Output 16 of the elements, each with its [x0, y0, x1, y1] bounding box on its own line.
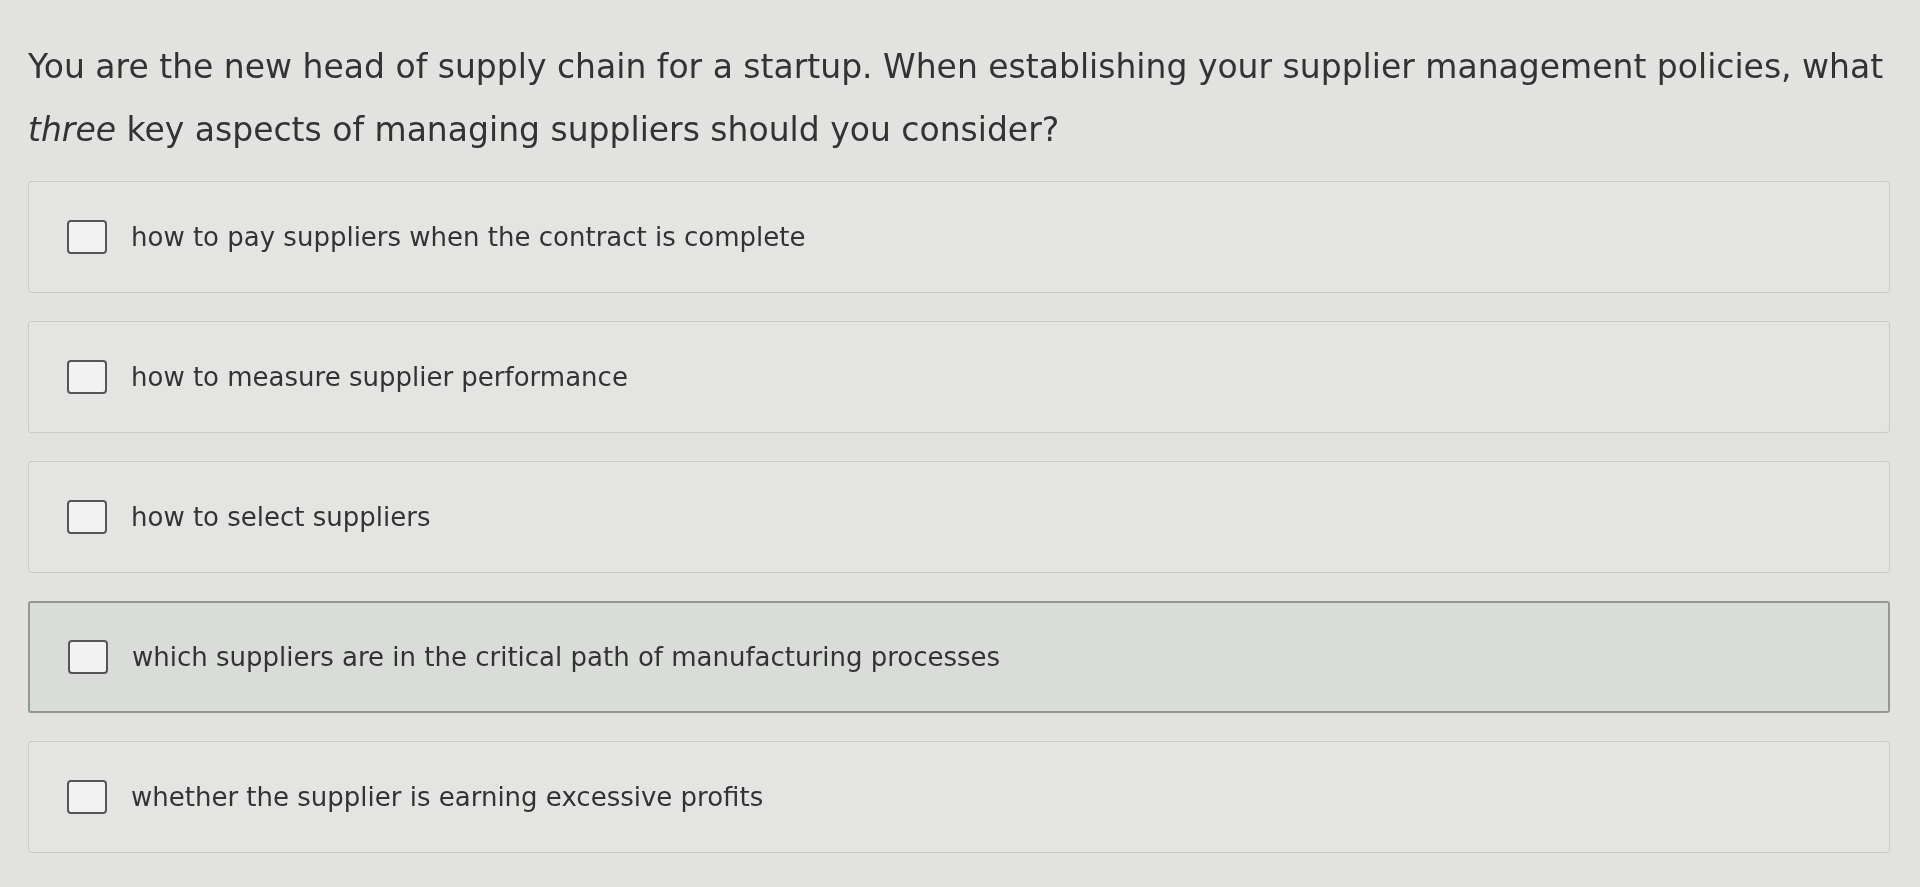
- option-label: whether the supplier is earning excessive profits: [131, 780, 764, 814]
- checkbox[interactable]: [67, 220, 107, 255]
- option-label: how to pay suppliers when the contract is complete: [131, 220, 806, 254]
- answer-option[interactable]: how to pay suppliers when the contract is complete: [28, 181, 1890, 294]
- checkbox[interactable]: [67, 360, 107, 395]
- checkbox[interactable]: [67, 500, 107, 535]
- question-text: You are the new head of supply chain for a startup. When establishing your supplier management policies, what three key aspects of managing suppliers should you consider?: [28, 46, 1885, 151]
- checkbox[interactable]: [67, 780, 107, 815]
- checkbox[interactable]: [68, 640, 108, 675]
- answer-option[interactable]: which suppliers are in the critical path of manufacturing processes: [28, 601, 1890, 714]
- option-label: how to measure supplier performance: [131, 360, 628, 394]
- answer-option[interactable]: whether the supplier is earning excessive profits: [28, 741, 1890, 854]
- answer-option[interactable]: how to measure supplier performance: [28, 321, 1890, 434]
- answer-option[interactable]: how to select suppliers: [28, 461, 1890, 574]
- option-label: how to select suppliers: [131, 500, 431, 534]
- option-label: which suppliers are in the critical path of manufacturing processes: [132, 640, 1001, 674]
